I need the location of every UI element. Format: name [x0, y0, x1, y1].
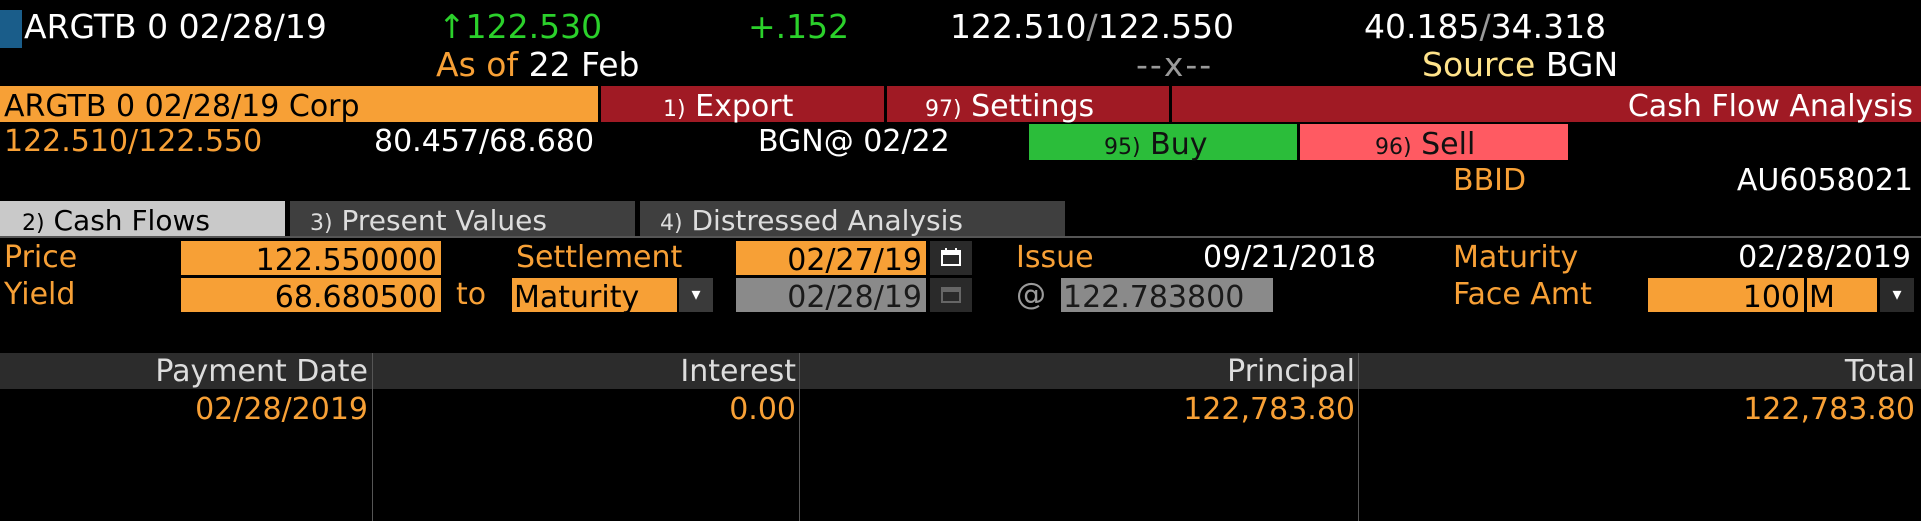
tab-label: Cash Flows: [53, 204, 210, 237]
screen-title-bar: Cash Flow Analysis: [1172, 86, 1921, 124]
face-unit-dropdown[interactable]: ▾: [1880, 278, 1914, 312]
export-button[interactable]: 1) Export: [601, 86, 884, 124]
cell-principal: 122,783.80: [1183, 392, 1355, 427]
chevron-down-icon: ▾: [1892, 284, 1902, 305]
yield-label: Yield: [4, 277, 76, 312]
settlement-label: Settlement: [516, 240, 683, 275]
source-label: Source: [1422, 45, 1536, 84]
as-of-date: 22 Feb: [528, 45, 640, 84]
screen-title: Cash Flow Analysis: [1627, 89, 1913, 124]
ask-price: 122.550: [1097, 7, 1235, 46]
bbid-value: AU6058021: [1736, 163, 1913, 198]
price-value: 122.550000: [255, 243, 437, 278]
yield-bid: 40.185: [1364, 7, 1480, 46]
calendar-icon: [941, 287, 961, 303]
yield-input[interactable]: 68.680500: [181, 278, 441, 315]
up-arrow-icon: ↑: [438, 7, 466, 46]
settlement-value: 02/27/19: [787, 243, 922, 278]
security-bar: ARGTB 0 02/28/19 Corp: [0, 86, 598, 124]
face-unit-select[interactable]: M: [1807, 278, 1877, 315]
to-label: to: [456, 277, 487, 312]
tab-number: 4): [660, 211, 683, 236]
export-label: Export: [695, 89, 794, 124]
maturity-label: Maturity: [1453, 240, 1579, 275]
yield-value: 68.680500: [274, 280, 437, 315]
workout-date-input[interactable]: 02/28/19: [736, 278, 926, 315]
as-of-group: As of 22 Feb: [436, 48, 640, 81]
chevron-down-icon: ▾: [691, 284, 701, 305]
issue-label: Issue: [1016, 240, 1094, 275]
cell-total: 122,783.80: [1743, 392, 1915, 427]
cell-interest: 0.00: [729, 392, 796, 427]
yield-type-value: Maturity: [514, 280, 640, 315]
tab-cash-flows[interactable]: 2) Cash Flows: [0, 201, 285, 237]
last-price: 122.530: [465, 7, 603, 46]
maturity-value: 02/28/2019: [1738, 240, 1911, 275]
yield-type-dropdown[interactable]: ▾: [679, 278, 713, 312]
ticker-title: ARGTB 0 02/28/19: [24, 7, 327, 46]
tab-divider: [0, 236, 1921, 238]
price-label: Price: [4, 240, 78, 275]
bid-ask-group: 122.510/122.550: [950, 10, 1234, 43]
quote-price-pair: 122.510/122.550: [4, 124, 263, 159]
bid-ask-separator: /: [1086, 7, 1098, 46]
settings-button[interactable]: 97) Settings: [887, 86, 1169, 124]
buy-button[interactable]: 95) Buy: [1029, 124, 1297, 162]
sell-label: Sell: [1421, 127, 1476, 162]
source-value: BGN: [1545, 45, 1619, 84]
bbid-label: BBID: [1453, 163, 1527, 198]
tab-number: 2): [22, 211, 45, 236]
column-header-total[interactable]: Total: [1845, 354, 1915, 389]
face-amt-input[interactable]: 100: [1648, 278, 1804, 315]
tab-label: Present Values: [341, 204, 547, 237]
calendar-icon: [941, 248, 961, 266]
source-group: Source BGN: [1422, 48, 1618, 81]
tab-distressed-analysis[interactable]: 4) Distressed Analysis: [640, 201, 1065, 237]
column-divider: [1358, 353, 1359, 521]
column-header-interest[interactable]: Interest: [680, 354, 796, 389]
column-header-principal[interactable]: Principal: [1227, 354, 1355, 389]
price-input[interactable]: 122.550000: [181, 241, 441, 278]
sell-number: 96): [1375, 135, 1412, 160]
column-divider: [799, 353, 800, 521]
yield-separator: /: [1479, 7, 1491, 46]
workout-price-value: 122.783800: [1063, 280, 1245, 315]
yield-type-select[interactable]: Maturity: [512, 278, 677, 315]
workout-date-value: 02/28/19: [787, 280, 922, 315]
column-header-payment-date[interactable]: Payment Date: [155, 354, 368, 389]
buy-label: Buy: [1150, 127, 1208, 162]
settings-label: Settings: [971, 89, 1095, 124]
settings-number: 97): [925, 97, 962, 122]
yield-group: 40.185/34.318: [1364, 10, 1606, 43]
yield-ask: 34.318: [1490, 7, 1607, 46]
tab-number: 3): [310, 211, 333, 236]
face-unit-value: M: [1809, 280, 1835, 315]
tab-label: Distressed Analysis: [691, 204, 963, 237]
column-divider: [372, 353, 373, 521]
quote-source: BGN@ 02/22: [758, 124, 950, 159]
tab-present-values[interactable]: 3) Present Values: [290, 201, 635, 237]
security-name: ARGTB 0 02/28/19 Corp: [4, 89, 360, 124]
quote-yield-pair: 80.457/68.680: [374, 124, 595, 159]
cell-payment-date: 02/28/2019: [195, 392, 368, 427]
cursor-block: [0, 10, 22, 48]
workout-price-input[interactable]: 122.783800: [1061, 278, 1273, 315]
as-of-label: As of: [436, 45, 519, 84]
settlement-date-input[interactable]: 02/27/19: [736, 241, 926, 278]
settlement-calendar-icon[interactable]: [930, 241, 972, 275]
face-amt-value: 100: [1742, 280, 1800, 315]
x-placeholder: --x--: [1136, 45, 1214, 84]
export-number: 1): [663, 97, 686, 122]
issue-value: 09/21/2018: [1203, 240, 1376, 275]
face-amt-label: Face Amt: [1453, 277, 1592, 312]
workout-calendar-icon[interactable]: [930, 278, 972, 312]
buy-number: 95): [1104, 135, 1141, 160]
sell-button[interactable]: 96) Sell: [1300, 124, 1568, 162]
last-price-group: ↑122.530: [438, 10, 602, 43]
at-label: @: [1016, 277, 1046, 312]
bid-price: 122.510: [950, 7, 1087, 46]
price-change: +.152: [748, 7, 850, 46]
